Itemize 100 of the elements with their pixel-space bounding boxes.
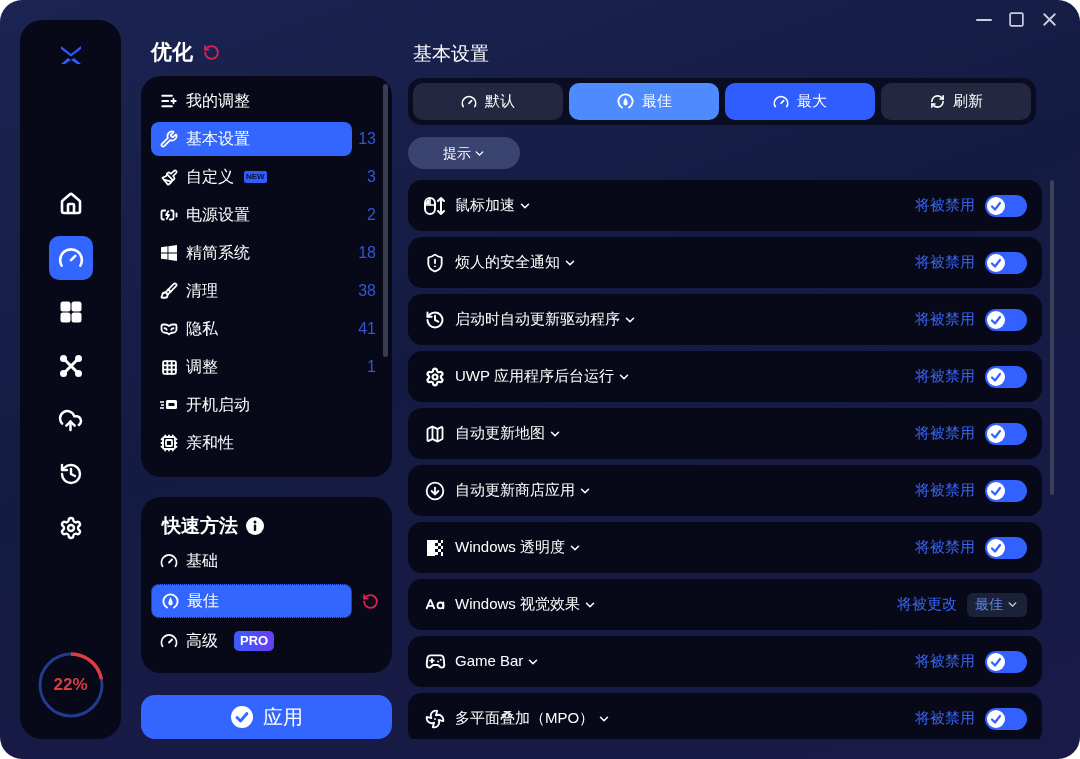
setting-label: UWP 应用程序后台运行 [455, 366, 614, 387]
quick-method-item[interactable]: 基础 [151, 544, 352, 578]
grid-icon [160, 358, 178, 376]
minimize-icon [976, 18, 992, 21]
category-item[interactable]: 电源设置 [151, 198, 352, 232]
gear-icon [425, 366, 445, 387]
setting-status: 将被禁用 [915, 366, 975, 387]
gamepad-icon [424, 651, 446, 672]
category-item[interactable]: 基本设置 [151, 122, 352, 156]
gauge-drop-icon [616, 93, 634, 110]
scrollbar[interactable] [1050, 180, 1054, 495]
toggle-switch[interactable] [985, 707, 1027, 730]
setting-label: 自动更新地图 [455, 423, 545, 444]
setting-label: Game Bar [455, 651, 524, 672]
new-badge: NEW [244, 171, 267, 183]
toggle-switch[interactable] [985, 251, 1027, 274]
refresh-icon [929, 94, 945, 109]
toggle-switch[interactable] [985, 422, 1027, 445]
setting-status: 将被禁用 [915, 423, 975, 444]
category-item[interactable]: 隐私 [151, 312, 352, 346]
gauge-icon [160, 552, 178, 570]
setting-status: 将被禁用 [915, 309, 975, 330]
logo-icon [58, 45, 83, 65]
page-title: 基本设置 [413, 41, 489, 66]
usage-ring [36, 651, 105, 719]
setting-status: 将被禁用 [915, 651, 975, 672]
history-icon [58, 462, 83, 486]
nodes-icon [58, 354, 83, 378]
category-item[interactable]: 调整 [151, 350, 352, 384]
undo-icon[interactable] [362, 592, 379, 610]
maximize-button[interactable] [1008, 11, 1025, 28]
value-dropdown[interactable]: 最佳 [967, 592, 1027, 617]
list-plus-icon [160, 92, 178, 110]
quick-method-item[interactable]: 高级 PRO [151, 624, 352, 658]
toggle-switch[interactable] [985, 479, 1027, 502]
download-circle-icon [425, 480, 445, 501]
setting-status: 将被禁用 [915, 195, 975, 216]
item-count: 41 [358, 319, 377, 339]
pro-badge: PRO [234, 631, 275, 651]
category-item[interactable]: 亲和性 [151, 426, 352, 460]
shield-alert-icon [425, 252, 445, 273]
map-icon [425, 423, 445, 444]
maximize-icon [1008, 11, 1025, 28]
preset-tab[interactable]: 刷新 [881, 83, 1031, 120]
check-circle-icon [230, 706, 253, 728]
setting-status: 将被禁用 [915, 480, 975, 501]
item-count: 38 [358, 281, 377, 301]
apply-button[interactable]: 应用 [141, 695, 392, 739]
item-count: 2 [367, 205, 377, 225]
setting-label: 鼠标加速 [455, 195, 515, 216]
panel-title: 快速方法 [162, 513, 238, 538]
toggle-switch[interactable] [985, 536, 1027, 559]
toggle-switch[interactable] [985, 365, 1027, 388]
quick-method-item[interactable]: 最佳 [151, 584, 352, 618]
gauge-icon [773, 93, 789, 110]
setting-label: 多平面叠加（MPO） [455, 708, 595, 729]
preset-tab[interactable]: 最大 [725, 83, 875, 120]
setting-label: Windows 视觉效果 [455, 594, 581, 615]
home-icon [58, 192, 83, 216]
setting-status: 将被更改 [897, 594, 957, 615]
category-item[interactable]: 我的调整 [151, 84, 352, 118]
fan-icon [425, 708, 445, 729]
grid-icon [58, 300, 83, 324]
info-icon[interactable] [246, 517, 264, 535]
category-item[interactable]: 精简系统 [151, 236, 352, 270]
item-count: 1 [367, 357, 377, 377]
category-item[interactable]: 清理 [151, 274, 352, 308]
window-panes-icon [161, 245, 177, 261]
category-item[interactable]: 自定义 NEW [151, 160, 352, 194]
usage-reading: 22% [53, 674, 88, 697]
toggle-switch[interactable] [985, 308, 1027, 331]
setting-label: Windows 透明度 [455, 537, 566, 558]
preset-tab[interactable]: 默认 [413, 83, 563, 120]
setting-status: 将被禁用 [915, 708, 975, 729]
cloud-upload-icon [58, 407, 83, 433]
brush-icon [160, 282, 178, 300]
gauge-drop-icon [161, 592, 179, 610]
item-count: 18 [358, 243, 377, 263]
setting-status: 将被禁用 [915, 537, 975, 558]
setting-label: 自动更新商店应用 [455, 480, 575, 501]
paintbrush-icon [160, 168, 178, 186]
chip-icon [160, 434, 178, 452]
category-item[interactable]: 开机启动 [151, 388, 352, 422]
toggle-switch[interactable] [985, 650, 1027, 673]
wrench-icon [160, 130, 178, 148]
settings-icon [58, 516, 83, 540]
toggle-switch[interactable] [985, 194, 1027, 217]
gauge-button[interactable] [48, 236, 93, 280]
gauge-icon [160, 632, 178, 650]
setting-label: 烦人的安全通知 [455, 252, 560, 273]
item-count: 13 [358, 129, 377, 149]
item-count: 3 [367, 167, 377, 187]
gauge-icon [461, 93, 477, 110]
clock-arrow-icon [425, 309, 445, 330]
mouse-arrows-icon [424, 195, 446, 216]
hint-dropdown[interactable]: 提示 [408, 137, 520, 169]
gradient-square-icon [427, 539, 443, 556]
scrollbar[interactable] [383, 84, 388, 357]
setting-label: 启动时自动更新驱动程序 [455, 309, 620, 330]
undo-icon[interactable] [203, 43, 220, 61]
